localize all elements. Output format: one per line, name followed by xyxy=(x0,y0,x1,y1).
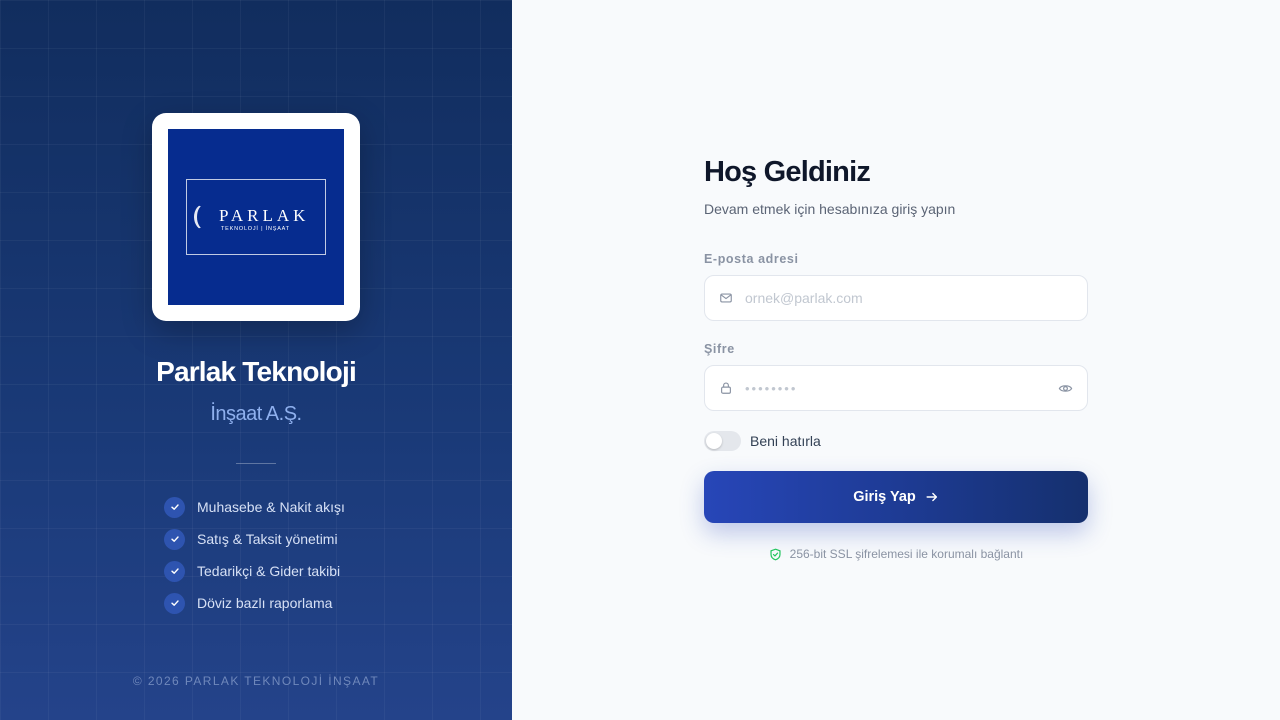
brand-subtitle: İnşaat A.Ş. xyxy=(210,403,302,425)
remember-label: Beni hatırla xyxy=(750,433,821,449)
shield-check-icon xyxy=(769,548,782,561)
company-logo: PARLAK TEKNOLOJİ | İNŞAAT xyxy=(168,129,344,305)
feature-item: Tedarikçi & Gider takibi xyxy=(164,555,345,587)
crescent-icon xyxy=(194,204,214,230)
feature-item: Döviz bazlı raporlama xyxy=(164,587,345,619)
brand-title: Parlak Teknoloji xyxy=(156,356,357,387)
check-icon xyxy=(164,592,185,614)
feature-item: Muhasebe & Nakit akışı xyxy=(164,491,345,523)
feature-label: Döviz bazlı raporlama xyxy=(197,595,333,611)
feature-label: Tedarikçi & Gider takibi xyxy=(197,563,341,579)
brand-panel: PARLAK TEKNOLOJİ | İNŞAAT Parlak Teknolo… xyxy=(0,0,512,720)
logo-subtext: TEKNOLOJİ | İNŞAAT xyxy=(221,226,290,232)
email-input[interactable] xyxy=(745,290,1087,306)
password-field-wrapper[interactable] xyxy=(704,365,1088,411)
check-icon xyxy=(164,560,185,582)
logo-wordmark: PARLAK xyxy=(219,206,310,225)
logo-card: PARLAK TEKNOLOJİ | İNŞAAT xyxy=(152,113,360,321)
ssl-text: 256-bit SSL şifrelemesi ile korumalı bağ… xyxy=(789,547,1024,561)
password-input[interactable] xyxy=(745,380,1043,396)
divider xyxy=(236,463,276,464)
login-button[interactable]: Giriş Yap xyxy=(704,471,1088,523)
logo-frame: PARLAK TEKNOLOJİ | İNŞAAT xyxy=(186,179,326,255)
remember-me: Beni hatırla xyxy=(704,431,821,451)
login-button-label: Giriş Yap xyxy=(853,489,916,505)
check-icon xyxy=(164,528,185,550)
email-field-wrapper[interactable] xyxy=(704,275,1088,321)
mail-icon xyxy=(705,291,745,305)
feature-list: Muhasebe & Nakit akışı Satış & Taksit yö… xyxy=(164,491,345,619)
toggle-knob xyxy=(706,433,722,449)
ssl-note: 256-bit SSL şifrelemesi ile korumalı bağ… xyxy=(704,547,1088,561)
eye-icon[interactable] xyxy=(1043,381,1087,396)
arrow-right-icon xyxy=(925,490,939,504)
page-title: Hoş Geldiniz xyxy=(704,156,871,188)
remember-toggle[interactable] xyxy=(704,431,741,451)
email-label: E-posta adresi xyxy=(704,252,799,266)
login-panel: Hoş Geldiniz Devam etmek için hesabınıza… xyxy=(512,0,1280,720)
feature-label: Satış & Taksit yönetimi xyxy=(197,531,338,547)
feature-item: Satış & Taksit yönetimi xyxy=(164,523,345,555)
page-subtitle: Devam etmek için hesabınıza giriş yapın xyxy=(704,201,956,217)
check-icon xyxy=(164,496,185,518)
feature-label: Muhasebe & Nakit akışı xyxy=(197,499,345,515)
copyright: © 2026 PARLAK TEKNOLOJİ İNŞAAT xyxy=(132,674,380,688)
lock-icon xyxy=(705,381,745,395)
password-label: Şifre xyxy=(704,342,735,356)
